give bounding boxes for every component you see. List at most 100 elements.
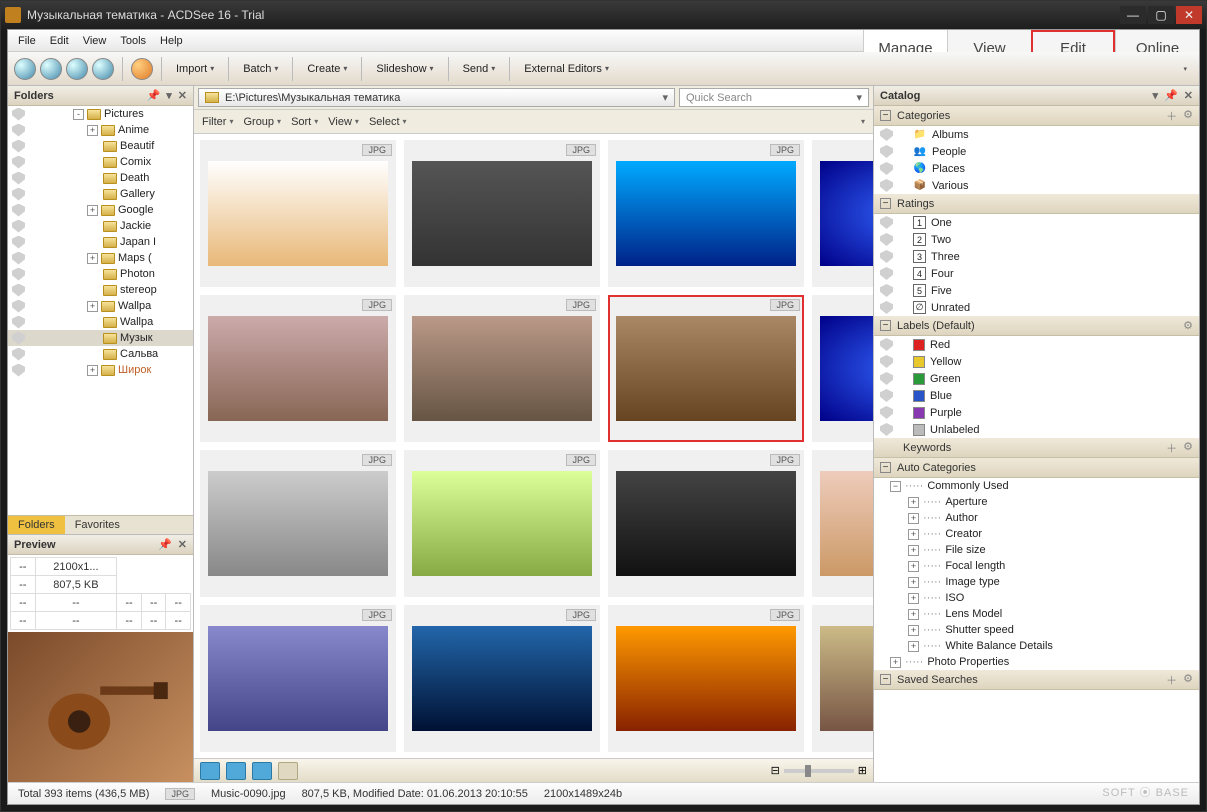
folder-row[interactable]: Сальва bbox=[8, 346, 193, 362]
auto-cat-row[interactable]: +·····Shutter speed bbox=[874, 622, 1199, 638]
auto-cat-row[interactable]: +·····Author bbox=[874, 510, 1199, 526]
auto-cat-row[interactable]: +·····Image type bbox=[874, 574, 1199, 590]
label-row[interactable]: Yellow bbox=[874, 353, 1199, 370]
filter-menu[interactable]: Filter bbox=[202, 116, 233, 128]
thumbnail[interactable]: JPG bbox=[404, 140, 600, 287]
rating-row[interactable]: 4Four bbox=[874, 265, 1199, 282]
folder-tree[interactable]: -Pictures+AnimeBeautifComixDeathGallery+… bbox=[8, 106, 193, 515]
thumbnail[interactable]: JPG bbox=[404, 605, 600, 752]
category-row[interactable]: 📦Various bbox=[874, 177, 1199, 194]
thumbnail[interactable]: JPG bbox=[608, 605, 804, 752]
folder-row[interactable]: Beautif bbox=[8, 138, 193, 154]
section-header[interactable]: Keywords＋⚙ bbox=[874, 438, 1199, 458]
toolbar-slideshow[interactable]: Slideshow bbox=[370, 63, 439, 75]
rating-row[interactable]: 3Three bbox=[874, 248, 1199, 265]
rating-row[interactable]: 5Five bbox=[874, 282, 1199, 299]
thumbnail[interactable]: JPG bbox=[200, 605, 396, 752]
toolbar-batch[interactable]: Batch bbox=[237, 63, 284, 75]
minimize-button[interactable]: — bbox=[1120, 6, 1146, 24]
forward-button[interactable] bbox=[66, 58, 88, 80]
group-menu[interactable]: Group bbox=[243, 116, 281, 128]
auto-cat-row[interactable]: −·····Commonly Used bbox=[874, 478, 1199, 494]
toolbar-import[interactable]: Import bbox=[170, 63, 220, 75]
zoom-slider[interactable] bbox=[784, 769, 854, 773]
thumbnail[interactable]: JPG bbox=[200, 295, 396, 442]
maximize-button[interactable]: ▢ bbox=[1148, 6, 1174, 24]
menu-tools[interactable]: Tools bbox=[120, 35, 146, 47]
toolbar-create[interactable]: Create bbox=[301, 63, 353, 75]
thumbnail[interactable]: JPG bbox=[608, 450, 804, 597]
category-row[interactable]: 📁Albums bbox=[874, 126, 1199, 143]
home-button[interactable] bbox=[14, 58, 36, 80]
rotate-right-button[interactable] bbox=[226, 762, 246, 780]
browse-button[interactable] bbox=[131, 58, 153, 80]
section-header[interactable]: −Ratings bbox=[874, 194, 1199, 214]
thumbnail[interactable]: JPG bbox=[200, 140, 396, 287]
folder-row[interactable]: Comix bbox=[8, 154, 193, 170]
panel-close-icon[interactable]: ✕ bbox=[178, 538, 187, 551]
folder-row[interactable]: +Широк bbox=[8, 362, 193, 378]
tab-folders[interactable]: Folders bbox=[8, 516, 65, 534]
menu-edit[interactable]: Edit bbox=[50, 35, 69, 47]
folder-row[interactable]: Death bbox=[8, 170, 193, 186]
folder-row[interactable]: Wallpa bbox=[8, 314, 193, 330]
expand-icon[interactable]: + bbox=[87, 205, 98, 216]
close-button[interactable]: ✕ bbox=[1176, 6, 1202, 24]
add-icon[interactable]: ＋ bbox=[1166, 672, 1177, 688]
panel-close-icon[interactable]: ✕ bbox=[178, 89, 187, 102]
category-row[interactable]: 👥People bbox=[874, 143, 1199, 160]
title-bar[interactable]: Музыкальная тематика - ACDSee 16 - Trial… bbox=[1, 1, 1206, 29]
thumbnail[interactable]: JPG bbox=[812, 450, 873, 597]
pin-icon[interactable]: 📌 bbox=[158, 538, 172, 551]
auto-cat-row[interactable]: +·····ISO bbox=[874, 590, 1199, 606]
auto-cat-row[interactable]: +·····White Balance Details bbox=[874, 638, 1199, 654]
auto-cat-row[interactable]: +·····File size bbox=[874, 542, 1199, 558]
zoom-out-button[interactable]: ⊟ bbox=[771, 764, 780, 777]
label-row[interactable]: Green bbox=[874, 370, 1199, 387]
folder-row[interactable]: +Wallpa bbox=[8, 298, 193, 314]
options-button[interactable] bbox=[278, 762, 298, 780]
thumbnail[interactable]: JPG bbox=[812, 605, 873, 752]
toolbar-overflow[interactable] bbox=[1177, 65, 1193, 73]
panel-menu-icon[interactable]: ▾ bbox=[166, 89, 172, 102]
gear-icon[interactable]: ⚙ bbox=[1183, 108, 1193, 124]
refresh-button[interactable] bbox=[252, 762, 272, 780]
label-row[interactable]: Red bbox=[874, 336, 1199, 353]
expand-icon[interactable]: + bbox=[87, 253, 98, 264]
tab-favorites[interactable]: Favorites bbox=[65, 516, 130, 534]
panel-close-icon[interactable]: ✕ bbox=[1184, 89, 1193, 102]
menu-file[interactable]: File bbox=[18, 35, 36, 47]
toolbar-external[interactable]: External Editors bbox=[518, 63, 615, 75]
up-button[interactable] bbox=[92, 58, 114, 80]
label-row[interactable]: Purple bbox=[874, 404, 1199, 421]
gear-icon[interactable]: ⚙ bbox=[1183, 440, 1193, 456]
expand-icon[interactable]: - bbox=[73, 109, 84, 120]
folder-row[interactable]: Jackie bbox=[8, 218, 193, 234]
section-header[interactable]: −Auto Categories bbox=[874, 458, 1199, 478]
back-button[interactable] bbox=[40, 58, 62, 80]
folder-row[interactable]: stereop bbox=[8, 282, 193, 298]
expand-icon[interactable]: + bbox=[87, 365, 98, 376]
pin-icon[interactable]: 📌 bbox=[147, 89, 161, 102]
folder-row[interactable]: +Maps ( bbox=[8, 250, 193, 266]
select-menu[interactable]: Select bbox=[369, 116, 407, 128]
folder-row[interactable]: Gallery bbox=[8, 186, 193, 202]
section-header[interactable]: −Categories＋⚙ bbox=[874, 106, 1199, 126]
label-row[interactable]: Blue bbox=[874, 387, 1199, 404]
search-input[interactable]: Quick Search▾ bbox=[679, 88, 869, 107]
folder-row[interactable]: +Google bbox=[8, 202, 193, 218]
auto-cat-row[interactable]: +·····Lens Model bbox=[874, 606, 1199, 622]
thumbnail[interactable]: JPG bbox=[404, 450, 600, 597]
label-row[interactable]: Unlabeled bbox=[874, 421, 1199, 438]
auto-cat-row[interactable]: +·····Focal length bbox=[874, 558, 1199, 574]
menu-view[interactable]: View bbox=[83, 35, 107, 47]
rating-row[interactable]: ∅Unrated bbox=[874, 299, 1199, 316]
thumbnail[interactable]: JPG bbox=[404, 295, 600, 442]
auto-cat-row[interactable]: +·····Creator bbox=[874, 526, 1199, 542]
category-row[interactable]: 🌎Places bbox=[874, 160, 1199, 177]
zoom-in-button[interactable]: ⊞ bbox=[858, 764, 867, 777]
thumbnail[interactable]: JPG bbox=[812, 140, 873, 287]
toolbar-send[interactable]: Send bbox=[457, 63, 502, 75]
sort-menu[interactable]: Sort bbox=[291, 116, 318, 128]
thumbnail[interactable]: JPG bbox=[608, 295, 804, 442]
